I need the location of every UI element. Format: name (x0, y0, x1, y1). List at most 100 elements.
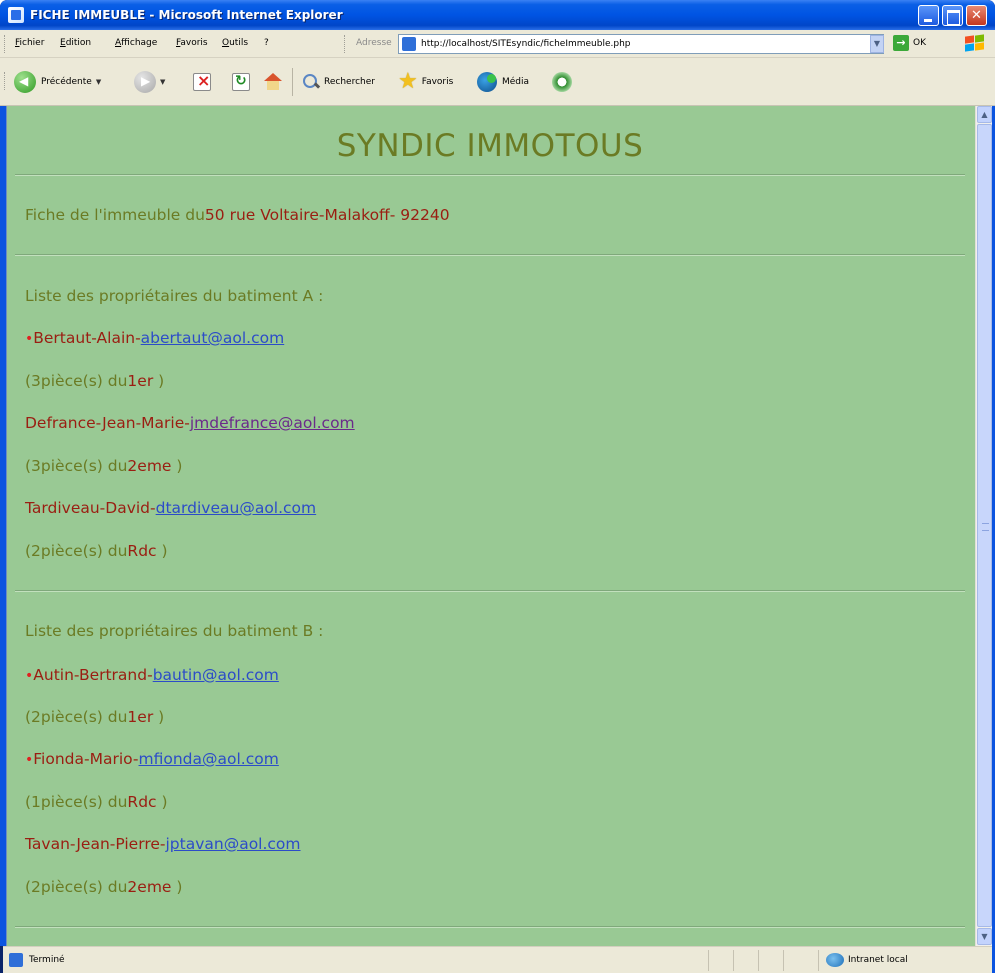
home-icon (263, 73, 283, 91)
page-done-icon (9, 953, 23, 967)
site-title: SYNDIC IMMOTOUS (336, 128, 644, 164)
owner-name: Tavan-Jean-Pierre- (25, 835, 166, 853)
status-divider (783, 950, 784, 971)
floor-value: 1er (127, 708, 154, 726)
divider (15, 174, 965, 176)
refresh-button[interactable] (232, 70, 250, 94)
go-label[interactable]: OK (913, 38, 926, 48)
pieces-close: ) (153, 708, 165, 726)
menu-help[interactable]: ? (264, 38, 269, 48)
status-text: Terminé (29, 955, 65, 965)
forward-button[interactable]: ▼ (134, 70, 165, 94)
fiche-prefix: Fiche de l'immeuble du (25, 206, 205, 224)
owner-email-link[interactable]: dtardiveau@aol.com (156, 499, 317, 517)
owner-name: Bertaut-Alain- (33, 329, 141, 347)
stop-icon (193, 71, 211, 91)
close-icon: ✕ (971, 8, 982, 23)
owner-email-link[interactable]: abertaut@aol.com (141, 329, 285, 347)
scroll-down-button[interactable]: ▼ (977, 928, 992, 945)
media-button[interactable]: Média (477, 70, 529, 94)
owner-pieces: (2pièce(s) du2eme ) (25, 878, 182, 896)
scroll-thumb[interactable] (977, 124, 992, 927)
media-icon (477, 72, 497, 92)
owner-email-link[interactable]: jmdefrance@aol.com (190, 414, 355, 432)
pieces-text: (2pièce(s) du (25, 542, 128, 560)
menu-favoris[interactable]: Favoris (176, 38, 208, 48)
menu-fichier[interactable]: Fichier (15, 38, 44, 48)
status-divider (818, 950, 819, 971)
window-title: FICHE IMMEUBLE - Microsoft Internet Expl… (30, 8, 343, 22)
owner-pieces: (2pièce(s) du1er ) (25, 708, 164, 726)
fiche-address: 50 rue Voltaire-Malakoff- 92240 (204, 206, 450, 224)
pieces-text: (2pièce(s) du (25, 878, 128, 896)
star-icon: ★ (398, 69, 418, 94)
divider (15, 590, 965, 592)
favorites-button[interactable]: ★ Favoris (398, 70, 453, 94)
address-label: Adresse (356, 38, 392, 48)
vertical-scrollbar[interactable]: ▲ ▼ (975, 106, 992, 946)
pieces-close: ) (156, 542, 168, 560)
title-bar[interactable]: FICHE IMMEUBLE - Microsoft Internet Expl… (0, 0, 995, 30)
back-arrow-icon (14, 71, 36, 93)
floor-value: 2eme (127, 457, 172, 475)
owner-row: Tavan-Jean-Pierre-jptavan@aol.com (25, 835, 301, 853)
chevron-up-icon: ▲ (981, 110, 988, 119)
menu-outils[interactable]: Outils (222, 38, 248, 48)
owner-email-link[interactable]: bautin@aol.com (153, 666, 279, 684)
maximize-button[interactable] (942, 5, 963, 26)
pieces-close: ) (171, 457, 183, 475)
owner-email-link[interactable]: jptavan@aol.com (165, 835, 300, 853)
search-label: Rechercher (324, 77, 375, 87)
page-viewport[interactable]: SYNDIC IMMOTOUS Fiche de l'immeuble du50… (6, 106, 975, 946)
menu-edition[interactable]: Edition (60, 38, 91, 48)
history-icon (552, 72, 572, 92)
menu-affichage[interactable]: Affichage (115, 38, 157, 48)
search-button[interactable]: Rechercher (302, 70, 375, 94)
owner-email-link[interactable]: mfionda@aol.com (139, 750, 279, 768)
address-grip (344, 35, 347, 53)
back-label: Précédente (41, 77, 92, 87)
pieces-close: ) (171, 878, 183, 896)
minimize-button[interactable] (918, 5, 939, 26)
address-url[interactable]: http://localhost/SITEsyndic/ficheImmeubl… (421, 39, 631, 49)
intranet-zone-icon (826, 953, 844, 967)
address-bar[interactable]: http://localhost/SITEsyndic/ficheImmeubl… (398, 34, 884, 54)
building-a-heading: Liste des propriétaires du batiment A : (25, 287, 324, 305)
pieces-text: (3pièce(s) du (25, 372, 128, 390)
back-dropdown-icon[interactable]: ▼ (96, 78, 101, 86)
pieces-text: (3pièce(s) du (25, 457, 128, 475)
owner-name: Autin-Bertrand- (33, 666, 153, 684)
floor-value: Rdc (127, 542, 157, 560)
stop-button[interactable] (193, 70, 211, 94)
owner-name: Fionda-Mario- (33, 750, 139, 768)
go-button[interactable]: → (893, 35, 909, 51)
owner-pieces: (2pièce(s) duRdc ) (25, 542, 168, 560)
menu-grip (4, 35, 7, 53)
page-icon (402, 37, 416, 51)
floor-value: 1er (127, 372, 154, 390)
pieces-text: (1pièce(s) du (25, 793, 128, 811)
back-button[interactable]: Précédente ▼ (14, 70, 101, 94)
security-zone: Intranet local (848, 955, 908, 965)
close-button[interactable]: ✕ (966, 5, 987, 26)
owner-row: Tardiveau-David-dtardiveau@aol.com (25, 499, 316, 517)
chevron-down-icon: ▼ (981, 932, 988, 941)
media-label: Média (502, 77, 530, 87)
history-button[interactable] (552, 70, 572, 94)
owner-row: •Autin-Bertrand-bautin@aol.com (25, 666, 279, 684)
forward-arrow-icon (134, 71, 156, 93)
home-button[interactable] (263, 70, 283, 94)
address-dropdown-button[interactable]: ▼ (870, 35, 884, 53)
pieces-close: ) (153, 372, 165, 390)
search-icon (302, 73, 320, 91)
owner-row: Defrance-Jean-Marie-jmdefrance@aol.com (25, 414, 355, 432)
building-b-heading: Liste des propriétaires du batiment B : (25, 622, 324, 640)
status-bar: Terminé Intranet local (3, 946, 992, 973)
status-divider (708, 950, 709, 971)
favorites-label: Favoris (421, 77, 454, 87)
forward-dropdown-icon[interactable]: ▼ (160, 78, 165, 86)
navigation-toolbar: Précédente ▼ ▼ Rechercher ★ Favoris Médi… (0, 58, 995, 106)
ie-page-icon (8, 7, 24, 23)
pieces-close: ) (156, 793, 168, 811)
scroll-up-button[interactable]: ▲ (977, 106, 992, 123)
